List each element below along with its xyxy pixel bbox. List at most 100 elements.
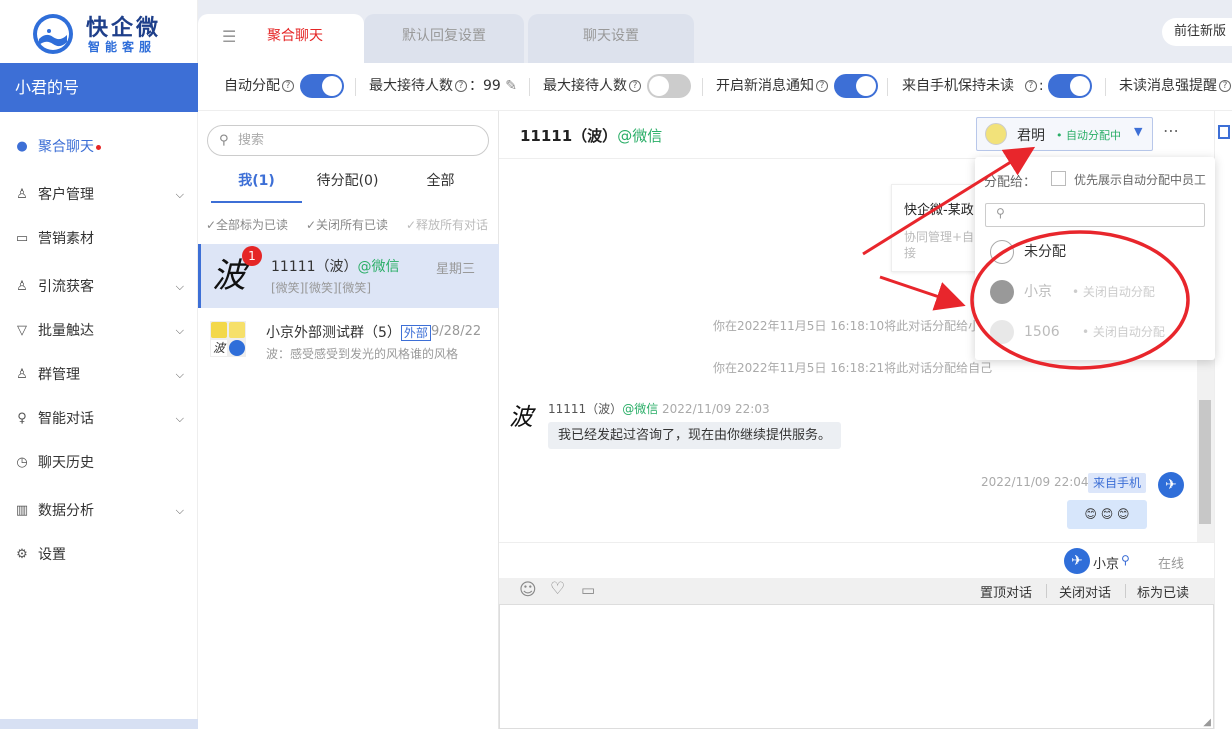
- chevron-down-icon: ⌵: [175, 188, 184, 201]
- setting-label: 开启新消息通知: [716, 78, 814, 94]
- settings-bar: 自动分配? 最大接待人数? ：99 ✎ 最大接待人数? 开启新消息通知? 来自手机…: [198, 63, 1232, 111]
- logo: 快企微 智能客服: [0, 0, 198, 63]
- mark-all-read-button[interactable]: ✓全部标为已读: [206, 212, 288, 238]
- setting-label: 自动分配: [224, 78, 280, 94]
- group-avatar-tile: [229, 322, 245, 338]
- chevron-down-icon: ⌵: [175, 504, 184, 517]
- nav-item-groups[interactable]: ♙ 群管理 ⌵: [0, 355, 198, 395]
- nav-label: 设置: [38, 547, 66, 563]
- chat-header: 11111（波）@微信 君明 • 自动分配中 ▼ ⋯: [499, 111, 1232, 159]
- gear-icon: ⚙: [16, 547, 28, 562]
- tab-all[interactable]: 全部: [395, 169, 486, 203]
- goto-new-version-button[interactable]: 前往新版: [1162, 18, 1232, 46]
- chat-title-name: 11111（波）: [520, 127, 618, 145]
- brand-tagline: 智能客服: [88, 40, 157, 54]
- keep-unread-setting: 来自手机保持未读 ?:: [902, 63, 1093, 110]
- history-icon: ◷: [16, 455, 28, 470]
- tab-pending[interactable]: 待分配(0): [302, 169, 393, 203]
- nav-item-smart-dialog[interactable]: ♀ 智能对话 ⌵: [0, 399, 198, 439]
- help-icon[interactable]: ?: [816, 80, 828, 92]
- conversation-name: 11111（波）@微信: [271, 256, 400, 276]
- tab-default-reply[interactable]: 默认回复设置: [364, 14, 524, 63]
- folder-icon[interactable]: ▭: [581, 581, 595, 599]
- nav-item-analytics[interactable]: ▥ 数据分析 ⌵: [0, 491, 198, 531]
- conversation-item[interactable]: 波 1 11111（波）@微信 星期三 [微笑][微笑][微笑]: [198, 244, 499, 308]
- filter-icon: ▽: [17, 323, 27, 338]
- bulb-icon: ♀: [17, 411, 27, 426]
- tab-chat-settings[interactable]: 聊天设置: [528, 14, 694, 63]
- prefer-auto-label: 优先展示自动分配中员工: [1074, 173, 1207, 187]
- setting-label: 最大接待人数: [543, 78, 627, 94]
- new-message-notify-toggle[interactable]: [834, 74, 879, 98]
- pin-chat-button[interactable]: 置顶对话: [980, 582, 1032, 601]
- help-icon[interactable]: ?: [1219, 80, 1231, 92]
- close-chat-button[interactable]: 关闭对话: [1059, 582, 1111, 601]
- more-icon[interactable]: ⋯: [1163, 121, 1179, 140]
- resize-handle-icon[interactable]: ◢: [1203, 717, 1211, 728]
- search-input[interactable]: ⚲ 搜索: [207, 125, 489, 156]
- message-bubble: 😊 😊 😊: [1067, 500, 1147, 529]
- nav-item-acquisition[interactable]: ♙ 引流获客 ⌵: [0, 267, 198, 307]
- caret-down-icon: ▼: [1134, 125, 1143, 138]
- divider: [702, 78, 703, 96]
- assign-to-label: 分配给：: [984, 175, 1037, 190]
- conversation-item[interactable]: 波 小京外部测试群（5） 外部 9/28/22 波：感受感受到发光的风格谁的风格: [198, 311, 499, 375]
- unread-remind-setting: 未读消息强提醒?: [1119, 63, 1232, 110]
- nav-item-aggregate-chat[interactable]: ● 聚合聊天: [0, 127, 198, 167]
- assignee-select[interactable]: 君明 • 自动分配中 ▼: [976, 117, 1153, 151]
- account-name[interactable]: 小君的号: [0, 63, 198, 112]
- message-input[interactable]: ◢: [499, 604, 1214, 729]
- card-title: 快企微-某政: [904, 203, 974, 218]
- nav-label: 智能对话: [38, 411, 94, 427]
- prefer-auto-checkbox[interactable]: [1051, 171, 1066, 186]
- emoji-icon[interactable]: ☺: [519, 580, 537, 600]
- search-icon[interactable]: ⚲: [1121, 553, 1130, 567]
- close-all-read-button[interactable]: ✓关闭所有已读: [306, 212, 388, 238]
- auto-assign-toggle[interactable]: [300, 74, 345, 98]
- help-icon[interactable]: ?: [455, 80, 467, 92]
- nav-item-customers[interactable]: ♙ 客户管理 ⌵: [0, 175, 198, 215]
- agent-avatar: [990, 320, 1014, 344]
- nav-item-history[interactable]: ◷ 聊天历史: [0, 443, 198, 483]
- nav-item-bulk-reach[interactable]: ▽ 批量触达 ⌵: [0, 311, 198, 351]
- message-time: 2022/11/09 22:03: [662, 402, 770, 416]
- search-icon: ⚲: [219, 133, 229, 148]
- help-icon[interactable]: ?: [629, 80, 641, 92]
- tab-bar: ☰ 聚合聊天 默认回复设置 聊天设置 前往新版: [198, 0, 1232, 63]
- help-icon[interactable]: ?: [1024, 80, 1037, 92]
- name-text: 11111（波）: [271, 259, 358, 275]
- sidebar: 快企微 智能客服 小君的号 ● 聚合聊天 ♙ 客户管理 ⌵ ▭ 营销素材 ♙ 引…: [0, 0, 198, 729]
- assignee-avatar: [985, 123, 1007, 145]
- sidebar-footer: [0, 719, 198, 729]
- nav-item-materials[interactable]: ▭ 营销素材: [0, 219, 198, 259]
- unread-badge: 1: [242, 246, 262, 266]
- dropdown-search-input[interactable]: ⚲: [985, 203, 1205, 227]
- divider: [355, 78, 356, 96]
- mark-read-button[interactable]: 标为已读: [1137, 582, 1189, 601]
- chevron-down-icon: ⌵: [175, 412, 184, 425]
- wechat-icon: ●: [16, 139, 28, 154]
- search-icon: ⚲: [996, 206, 1005, 220]
- edit-icon[interactable]: ✎: [505, 78, 517, 94]
- keep-unread-toggle[interactable]: [1048, 74, 1093, 98]
- assign-dropdown: 分配给： 优先展示自动分配中员工 ⚲ 未分配 小京 • 关闭自动分配 1506 …: [975, 157, 1215, 360]
- heart-icon[interactable]: ♡: [550, 579, 565, 599]
- system-message: 你在2022年11月5日 16:18:10将此对话分配给小京: [713, 319, 993, 333]
- assignee-status: • 自动分配中: [1056, 129, 1121, 142]
- tab-mine[interactable]: 我(1): [211, 169, 302, 203]
- release-all-button[interactable]: ✓释放所有对话: [406, 212, 488, 238]
- help-icon[interactable]: ?: [282, 80, 294, 92]
- agent-status[interactable]: 在线: [1158, 553, 1184, 572]
- nav-label: 营销素材: [38, 231, 94, 247]
- setting-label: 未读消息强提醒: [1119, 78, 1217, 94]
- nav-item-settings[interactable]: ⚙ 设置: [0, 535, 198, 575]
- tab-aggregate-chat[interactable]: ☰ 聚合聊天: [198, 14, 364, 63]
- max-wait-toggle[interactable]: [647, 74, 692, 98]
- max-wait-value: ：99: [469, 78, 501, 94]
- conversation-time: 9/28/22: [431, 324, 482, 339]
- menu-collapse-icon[interactable]: ☰: [222, 14, 236, 59]
- system-message: 你在2022年11月5日 16:18:21将此对话分配给自己: [713, 361, 993, 375]
- divider: [1125, 584, 1126, 598]
- scrollbar-thumb[interactable]: [1199, 400, 1211, 524]
- panel-icon[interactable]: [1218, 125, 1230, 139]
